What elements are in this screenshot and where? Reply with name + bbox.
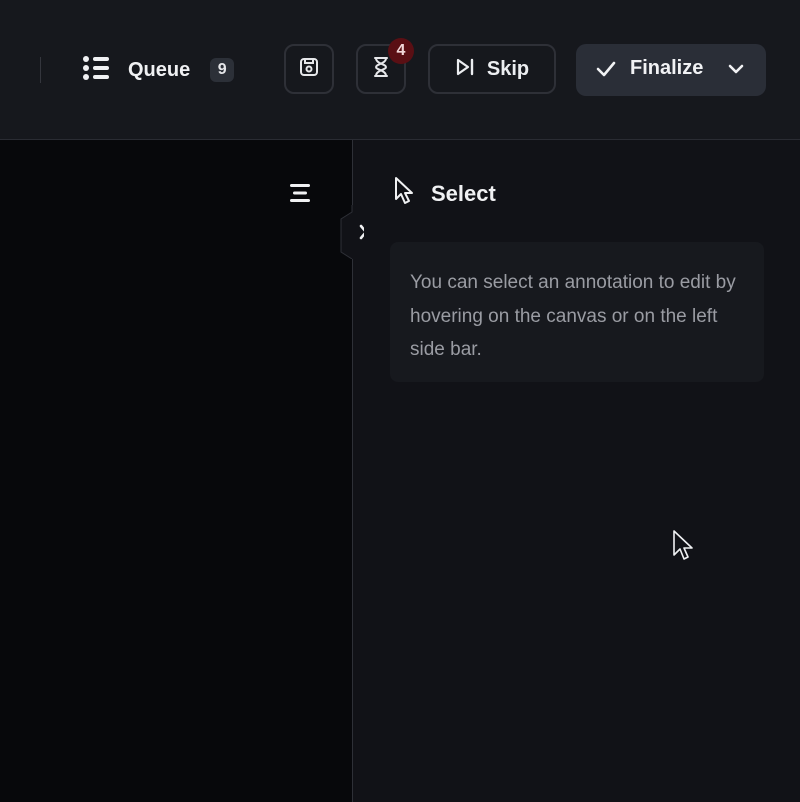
skip-button[interactable]: Skip — [428, 44, 556, 94]
finalize-button[interactable]: Finalize — [576, 44, 766, 96]
hamburger-icon[interactable] — [288, 181, 312, 205]
collapse-panel-tab[interactable] — [340, 205, 368, 260]
mouse-cursor-icon — [672, 530, 694, 567]
queue-button[interactable]: Queue 9 — [82, 52, 235, 88]
right-side-panel — [353, 140, 800, 802]
save-button[interactable] — [284, 44, 334, 94]
save-icon — [299, 57, 319, 82]
finalize-label: Finalize — [630, 57, 704, 79]
hourglass-icon — [371, 56, 391, 83]
timer-button[interactable]: 4 — [356, 38, 414, 94]
select-tool-header: Select — [393, 176, 496, 211]
queue-label: Queue — [128, 58, 191, 81]
annotation-canvas[interactable] — [0, 140, 352, 802]
panel-title: Select — [431, 180, 496, 206]
list-icon — [82, 55, 110, 86]
top-toolbar: Queue 9 4 Skip Finalize — [0, 0, 800, 140]
select-hint-card: You can select an annotation to edit by … — [390, 242, 764, 382]
skip-forward-icon — [455, 57, 475, 82]
toolbar-divider — [40, 57, 41, 83]
select-hint-text: You can select an annotation to edit by … — [410, 272, 736, 360]
queue-count-badge: 9 — [210, 58, 235, 82]
pointer-icon — [393, 176, 415, 211]
chevron-down-icon[interactable] — [727, 62, 745, 81]
timer-count-badge: 4 — [388, 38, 414, 64]
skip-label: Skip — [486, 57, 530, 80]
check-icon — [596, 60, 616, 83]
